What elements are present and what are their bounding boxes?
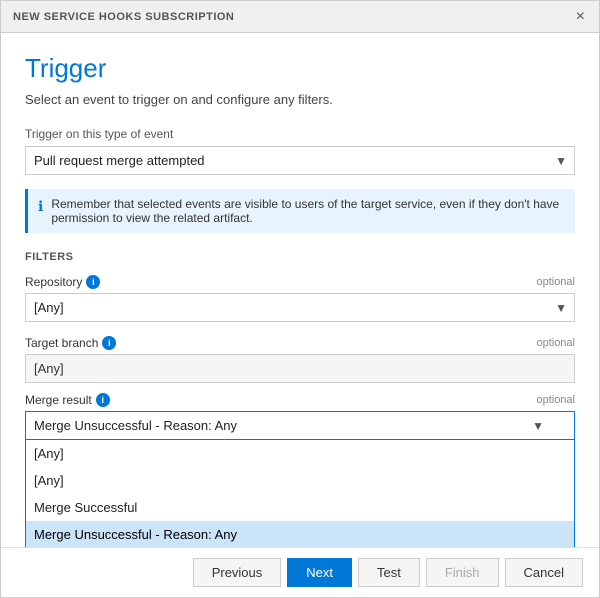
merge-option-unsuccessful-any[interactable]: Merge Unsuccessful - Reason: Any: [26, 521, 574, 547]
dialog-footer: Previous Next Test Finish Cancel: [1, 547, 599, 597]
close-button[interactable]: ×: [574, 9, 587, 25]
next-button[interactable]: Next: [287, 558, 352, 587]
target-branch-label-row: Target branch i optional: [25, 336, 575, 350]
merge-result-selected-value: Merge Unsuccessful - Reason: Any: [34, 418, 237, 433]
repository-filter-row: Repository i optional [Any] ▼: [25, 275, 575, 322]
repository-dropdown[interactable]: [Any]: [25, 293, 575, 322]
target-branch-filter-row: Target branch i optional: [25, 336, 575, 383]
page-subtitle: Select an event to trigger on and config…: [25, 92, 575, 107]
merge-result-label-row: Merge result i optional: [25, 393, 575, 407]
dialog-titlebar: NEW SERVICE HOOKS SUBSCRIPTION ×: [1, 1, 599, 33]
previous-button[interactable]: Previous: [193, 558, 282, 587]
finish-button[interactable]: Finish: [426, 558, 499, 587]
info-icon: ℹ: [38, 198, 43, 215]
merge-result-optional: optional: [536, 394, 575, 406]
filters-title: FILTERS: [25, 251, 575, 263]
repository-dropdown-wrapper: [Any] ▼: [25, 293, 575, 322]
dialog: NEW SERVICE HOOKS SUBSCRIPTION × Trigger…: [0, 0, 600, 598]
target-branch-optional: optional: [536, 337, 575, 349]
target-branch-label: Target branch i: [25, 336, 116, 350]
dialog-title: NEW SERVICE HOOKS SUBSCRIPTION: [13, 11, 234, 23]
merge-result-dropdown-list: [Any] [Any] Merge Successful Merge Unsuc…: [25, 439, 575, 547]
trigger-dropdown-wrapper: Pull request merge attempted ▼: [25, 146, 575, 175]
dialog-body: Trigger Select an event to trigger on an…: [1, 33, 599, 547]
merge-option-any2[interactable]: [Any]: [26, 467, 574, 494]
merge-result-info-icon[interactable]: i: [96, 393, 110, 407]
merge-option-successful[interactable]: Merge Successful: [26, 494, 574, 521]
info-text: Remember that selected events are visibl…: [51, 197, 565, 225]
repository-info-icon[interactable]: i: [86, 275, 100, 289]
repository-label-row: Repository i optional: [25, 275, 575, 289]
cancel-button[interactable]: Cancel: [505, 558, 583, 587]
page-title: Trigger: [25, 53, 575, 84]
merge-result-label: Merge result i: [25, 393, 110, 407]
target-branch-info-icon[interactable]: i: [102, 336, 116, 350]
repository-label: Repository i: [25, 275, 100, 289]
info-box: ℹ Remember that selected events are visi…: [25, 189, 575, 233]
merge-result-arrow-icon: ▼: [532, 419, 544, 433]
test-button[interactable]: Test: [358, 558, 420, 587]
merge-result-dropdown-trigger[interactable]: Merge Unsuccessful - Reason: Any ▼: [25, 411, 575, 439]
trigger-label: Trigger on this type of event: [25, 127, 575, 141]
filters-section: FILTERS Repository i optional [Any] ▼: [25, 251, 575, 547]
merge-result-dropdown-container: Merge Unsuccessful - Reason: Any ▼ [Any]…: [25, 411, 575, 547]
merge-option-any1[interactable]: [Any]: [26, 440, 574, 467]
target-branch-input[interactable]: [25, 354, 575, 383]
trigger-dropdown[interactable]: Pull request merge attempted: [25, 146, 575, 175]
merge-result-filter-row: Merge result i optional Merge Unsuccessf…: [25, 393, 575, 547]
repository-optional: optional: [536, 276, 575, 288]
